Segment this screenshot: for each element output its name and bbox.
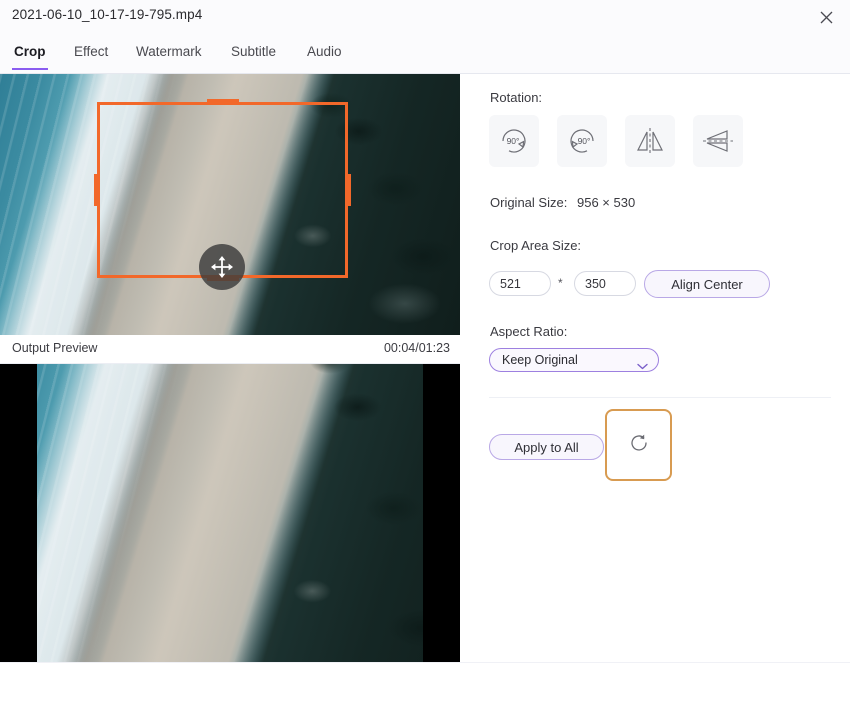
output-preview-label: Output Preview xyxy=(12,341,98,355)
aspect-ratio-label: Aspect Ratio: xyxy=(490,324,568,339)
title-bar: 2021-06-10_10-17-19-795.mp4 xyxy=(0,0,850,36)
rotate-left-90-icon[interactable]: 90° xyxy=(557,115,607,167)
playback-time: 00:04/01:23 xyxy=(383,341,450,355)
rotation-label: Rotation: xyxy=(490,90,543,105)
close-icon[interactable] xyxy=(810,2,842,32)
output-video-stage xyxy=(0,364,460,699)
reset-button[interactable] xyxy=(605,409,672,481)
crop-height-input[interactable] xyxy=(574,271,636,296)
tab-audio[interactable]: Audio xyxy=(305,41,344,71)
output-preview-bar: Output Preview 00:04/01:23 xyxy=(0,335,460,364)
reset-icon xyxy=(628,432,650,459)
tab-subtitle[interactable]: Subtitle xyxy=(229,41,278,71)
crop-area-size-label: Crop Area Size: xyxy=(490,238,582,253)
dimension-separator: * xyxy=(558,276,563,290)
aspect-ratio-select[interactable]: Keep Original xyxy=(489,348,659,372)
chevron-down-icon xyxy=(637,357,648,375)
svg-text:90°: 90° xyxy=(578,136,591,146)
aspect-ratio-value: Keep Original xyxy=(502,353,578,367)
align-center-button[interactable]: Align Center xyxy=(644,270,770,298)
tab-bar: Crop Effect Watermark Subtitle Audio xyxy=(0,36,850,74)
tab-effect[interactable]: Effect xyxy=(72,41,110,71)
preview-column: Output Preview 00:04/01:23 xyxy=(0,74,460,718)
source-video-frame xyxy=(0,74,460,335)
panel-divider xyxy=(489,397,831,398)
crop-dialog: 2021-06-10_10-17-19-795.mp4 Crop Effect … xyxy=(0,0,850,718)
move-handle-icon[interactable] xyxy=(199,244,245,290)
original-size-value: 956 × 530 xyxy=(577,195,636,210)
dialog-footer: OK Cancel xyxy=(0,662,850,718)
output-video-frame xyxy=(37,364,423,699)
tab-watermark[interactable]: Watermark xyxy=(134,41,204,71)
window-title: 2021-06-10_10-17-19-795.mp4 xyxy=(12,7,203,22)
tab-crop[interactable]: Crop xyxy=(12,41,48,71)
flip-horizontal-icon[interactable] xyxy=(625,115,675,167)
apply-to-all-button[interactable]: Apply to All xyxy=(489,434,604,460)
crop-width-input[interactable] xyxy=(489,271,551,296)
svg-text:90°: 90° xyxy=(507,136,520,146)
crop-canvas[interactable] xyxy=(0,74,460,335)
original-size-label: Original Size: xyxy=(490,195,568,210)
flip-vertical-icon[interactable] xyxy=(693,115,743,167)
rotate-right-90-icon[interactable]: 90° xyxy=(489,115,539,167)
